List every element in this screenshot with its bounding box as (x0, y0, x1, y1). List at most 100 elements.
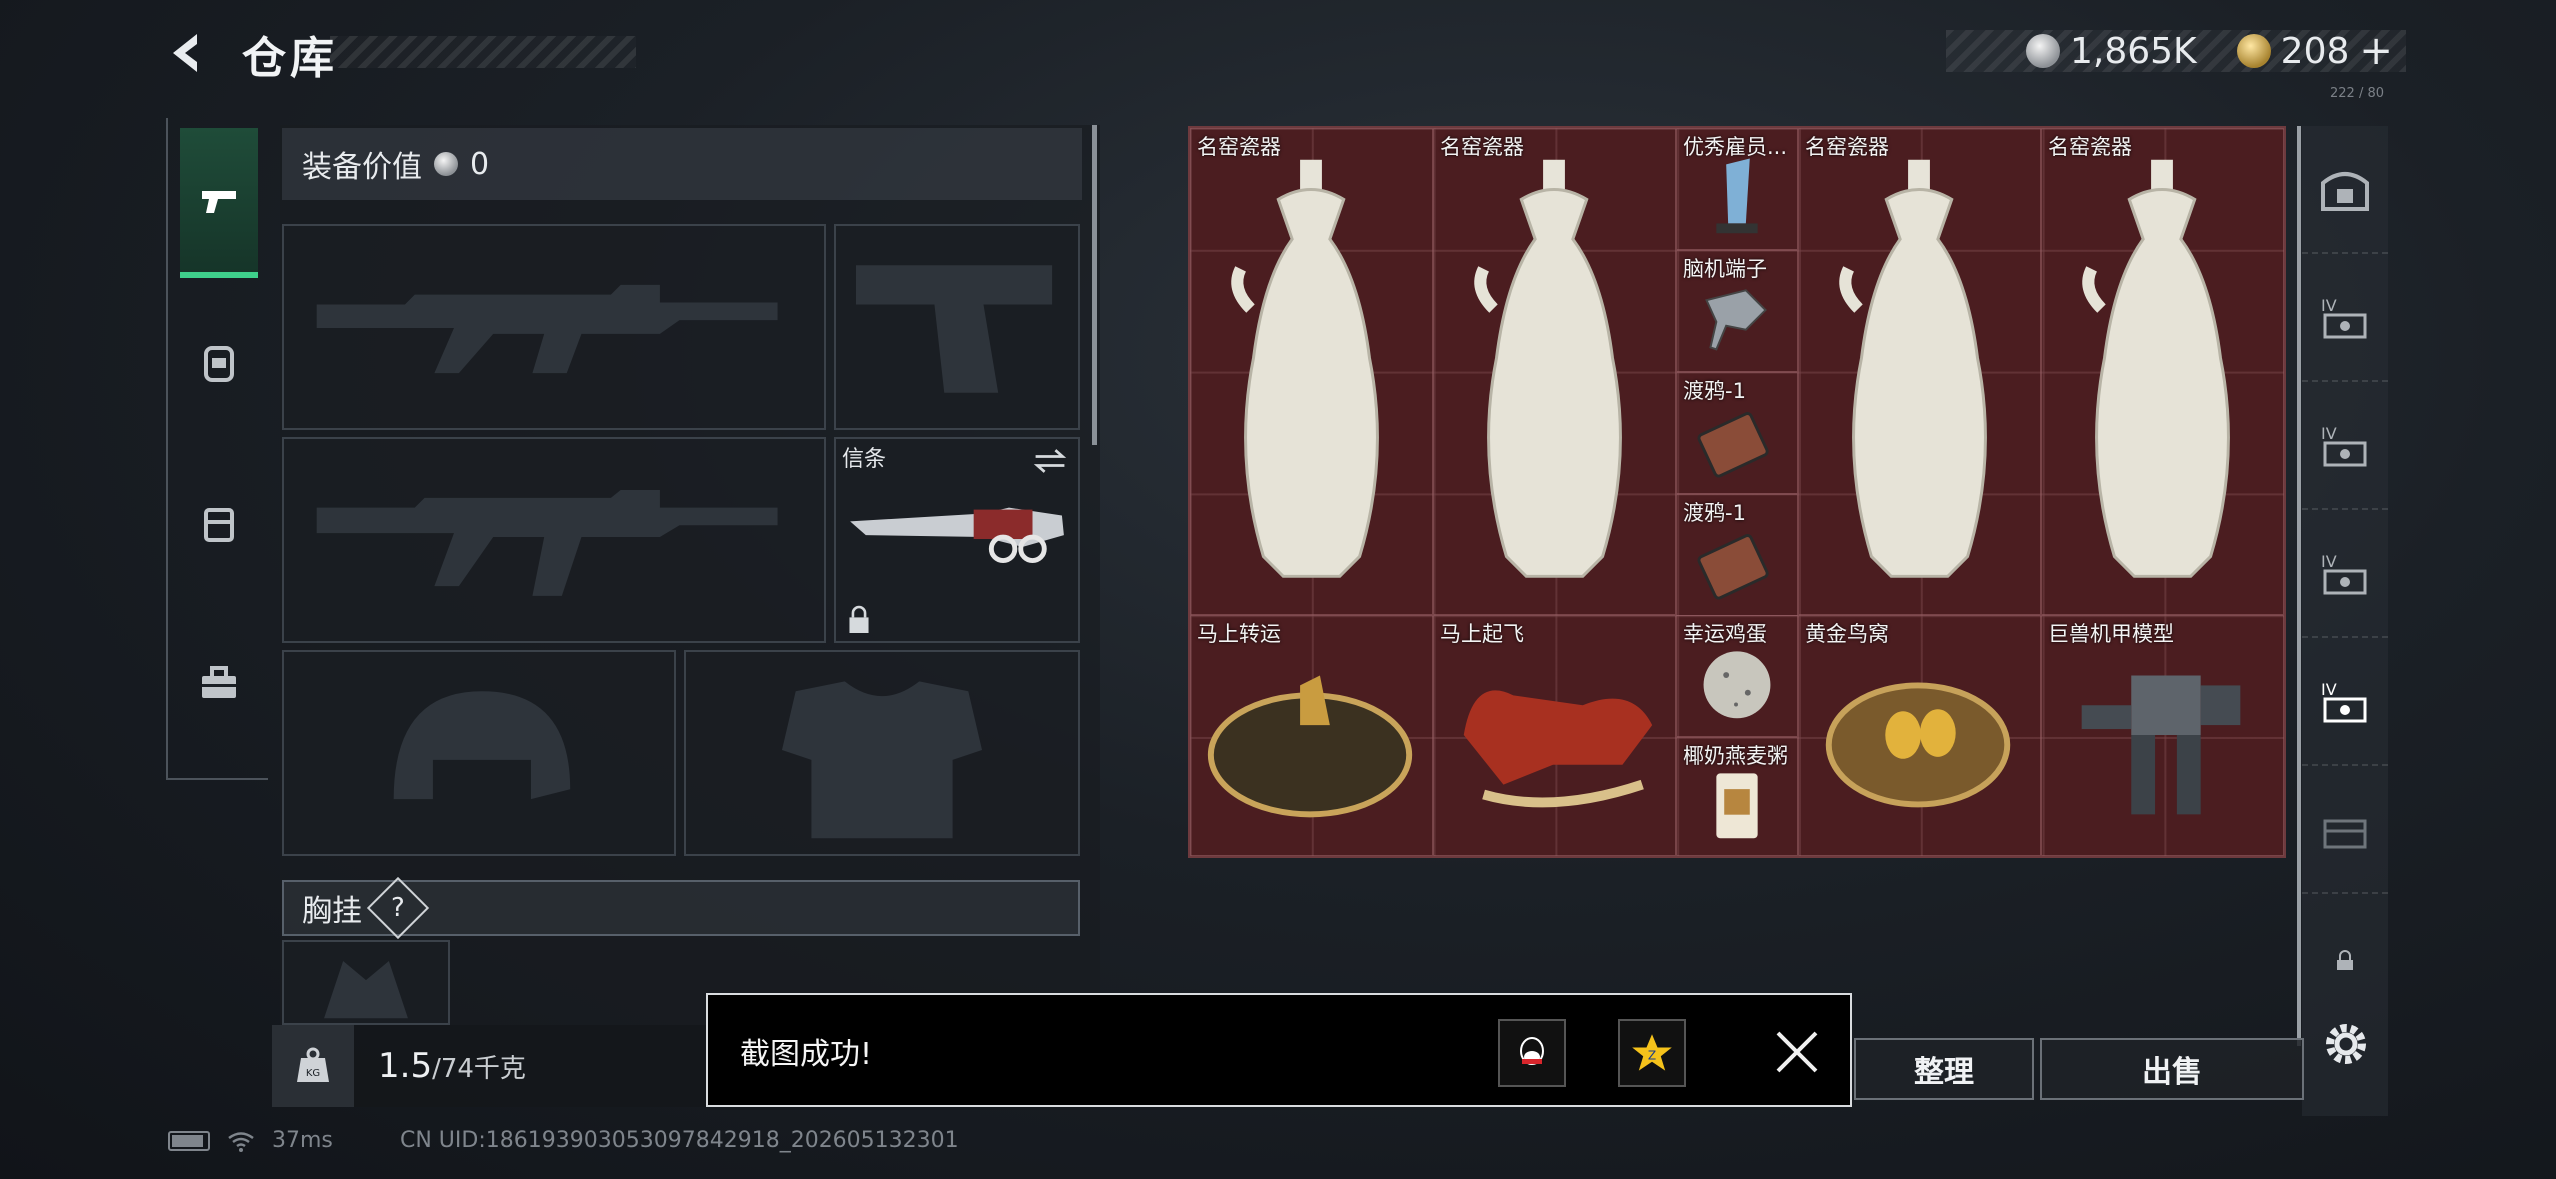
porcelain-vase-icon (1839, 159, 1987, 578)
ping-value: 37ms (272, 1128, 333, 1153)
tab-storage-4-active[interactable]: IV (2302, 638, 2388, 766)
armor-silhouette-icon (781, 681, 983, 839)
svg-text:KG: KG (306, 1068, 320, 1079)
oat-can-icon (1716, 773, 1758, 839)
gold-coin-icon (2236, 34, 2271, 68)
grid-item-vase-1[interactable]: 名窑瓷器 (1190, 128, 1433, 615)
toast-message: 截图成功! (740, 1037, 873, 1072)
qzone-star-icon: Z (1632, 1034, 1672, 1071)
tab-storage-1[interactable]: IV (2302, 254, 2388, 382)
horse-wheel-icon (1207, 675, 1413, 818)
tab-storage-3[interactable]: IV (2302, 510, 2388, 638)
help-icon[interactable]: ? (366, 876, 430, 940)
grid-item-horse-takeoff[interactable]: 马上起飞 (1433, 615, 1676, 856)
grid-scrollbar[interactable] (2297, 126, 2301, 1046)
currency-display: 1,865K 208 + (1946, 28, 2406, 74)
grid-item-raven-1[interactable]: 渡鸦-1 (1676, 372, 1798, 494)
backpack-armor-icon (204, 346, 234, 382)
chest-rig-header: 胸挂 ? (282, 876, 1080, 940)
rifle-silhouette-icon (316, 284, 778, 374)
chest-rig-slot[interactable] (282, 940, 450, 1025)
rifle-silhouette-icon (316, 489, 778, 596)
grid-item-lucky-egg[interactable]: 幸运鸡蛋 (1676, 615, 1798, 737)
secondary-weapon-slot[interactable] (282, 437, 826, 643)
weight-max: /74千克 (432, 1054, 526, 1084)
svg-text:IV: IV (2321, 296, 2337, 315)
category-weapons[interactable] (180, 128, 258, 278)
spotted-egg-icon (1703, 651, 1771, 719)
swap-icon[interactable] (1032, 447, 1068, 475)
primary-weapon-slot[interactable] (282, 224, 826, 430)
screenshot-toast: 截图成功! Z (706, 993, 1852, 1107)
melee-slot-label: 信条 (842, 447, 887, 472)
equipment-value: 0 (470, 146, 490, 182)
safe-box-icon (2321, 172, 2369, 211)
grid-item-mech-model[interactable]: 巨兽机甲模型 (2041, 615, 2284, 856)
tab-small-lock[interactable] (2302, 894, 2388, 1022)
helmet-silhouette-icon (393, 691, 571, 800)
porcelain-vase-icon (2082, 159, 2230, 578)
category-armor[interactable] (180, 288, 258, 438)
category-tools[interactable] (180, 608, 258, 758)
qq-icon (1520, 1037, 1544, 1065)
pistol-silhouette-icon (856, 265, 1053, 393)
equipment-value-row: 装备价值 0 (282, 128, 1082, 200)
silver-amount: 1,865K (2070, 30, 2197, 72)
equipment-scrollbar[interactable] (1092, 125, 1097, 445)
storage-iv-icon: IV (2321, 680, 2367, 723)
red-horse-icon (1463, 690, 1653, 808)
silver-coin-icon (2026, 34, 2060, 68)
user-uid: CN UID:1861939030530978429​18_2026051323… (400, 1128, 959, 1153)
storage-iv-icon: IV (2321, 296, 2367, 339)
grid-item-lucky-horse-wheel[interactable]: 马上转运 (1190, 615, 1433, 856)
silver-coin-icon (434, 152, 458, 176)
status-bar: 37ms (168, 1128, 333, 1153)
pistol-slot[interactable] (834, 224, 1080, 430)
equipment-value-label: 装备价值 (302, 150, 422, 185)
storage-iv-icon: IV (2321, 552, 2367, 595)
grid-item-vase-3[interactable]: 名窑瓷器 (1798, 128, 2041, 615)
tape-cassette-icon (1697, 534, 1769, 600)
helmet-slot[interactable] (282, 650, 676, 856)
page-title: 仓库 (242, 33, 338, 84)
trophy-crystal-icon (1716, 158, 1758, 234)
version-code: 222 / 80 (2330, 86, 2384, 101)
lock-icon (849, 605, 869, 633)
grid-item-coconut-oat[interactable]: 椰奶燕麦粥 (1676, 737, 1798, 856)
title-decoration (330, 36, 636, 68)
melee-slot[interactable]: 信条 (834, 437, 1080, 643)
share-qzone-button[interactable]: Z (1618, 1019, 1686, 1087)
pistol-icon (202, 191, 236, 213)
weight-current: 1.5 (378, 1046, 433, 1086)
category-backpack[interactable] (180, 448, 258, 598)
sell-button[interactable]: 出售 (2040, 1038, 2304, 1100)
grid-item-vase-2[interactable]: 名窑瓷器 (1433, 128, 1676, 615)
grid-item-brain-terminal[interactable]: 脑机端子 (1676, 250, 1798, 372)
gold-amount: 208 (2280, 30, 2350, 72)
chest-rig-label: 胸挂 (302, 894, 362, 929)
share-qq-button[interactable] (1498, 1019, 1566, 1087)
sort-button[interactable]: 整理 (1854, 1038, 2034, 1100)
category-rail (166, 118, 268, 780)
back-arrow-icon[interactable] (163, 28, 213, 78)
grid-item-employee-award[interactable]: 优秀雇员... (1676, 128, 1798, 250)
storage-iv-icon: IV (2321, 424, 2367, 467)
weight-icon: KG (272, 1025, 354, 1107)
grid-item-raven-1b[interactable]: 渡鸦-1 (1676, 494, 1798, 616)
close-icon[interactable] (1768, 1023, 1826, 1081)
tab-storage-locked[interactable] (2302, 766, 2388, 894)
porcelain-vase-icon (1231, 159, 1379, 578)
tab-safe-box[interactable] (2302, 126, 2388, 254)
wifi-icon (228, 1131, 254, 1152)
porcelain-vase-icon (1474, 159, 1622, 578)
toolbox-icon (202, 666, 236, 698)
backpack-icon (204, 508, 234, 542)
grid-item-golden-nest[interactable]: 黄金鸟窝 (1798, 615, 2041, 856)
add-currency-button[interactable]: + (2359, 28, 2393, 74)
gear-icon[interactable] (2318, 1016, 2374, 1072)
lock-small-icon (2337, 950, 2353, 970)
weight-bar: KG 1.5/74千克 (272, 1025, 722, 1107)
tab-storage-2[interactable]: IV (2302, 382, 2388, 510)
armor-slot[interactable] (684, 650, 1080, 856)
grid-item-vase-4[interactable]: 名窑瓷器 (2041, 128, 2284, 615)
